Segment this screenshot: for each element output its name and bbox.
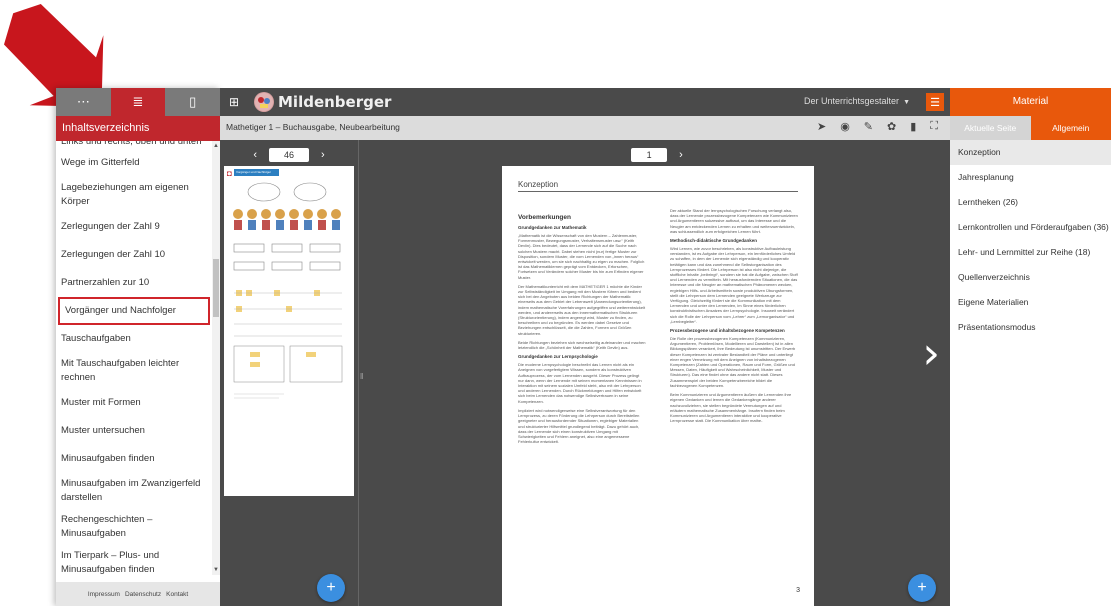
apps-grid-icon[interactable]: ⊞ [220, 88, 248, 116]
material-list: Konzeption Jahresplanung Lerntheken (26) Le… [950, 140, 1111, 340]
toc-scrollbar[interactable]: ▲ ▼ [212, 141, 220, 575]
grid-dots-icon[interactable]: ⋯ [56, 88, 111, 116]
viewer-tools: ➤ ◉ ✎ ✿ ▮ ⛶ [817, 120, 938, 133]
paragraph: Die Rolle der prozessbezogenen Kompetenz… [670, 336, 796, 388]
palette-icon[interactable]: ✿ [887, 120, 896, 133]
add-thumbnail-button[interactable]: + [317, 574, 345, 602]
paragraph: Die moderne Lernpsychologie beschreibt d… [518, 362, 642, 404]
top-bar: ⊞ Mildenberger Der Unterrichtsgestalter ▼… [220, 88, 950, 116]
mildenberger-logo[interactable]: Mildenberger [254, 92, 391, 112]
toc-item[interactable]: Wege im Gitterfeld [56, 149, 212, 177]
toc-item[interactable]: Zerlegungen der Zahl 10 [56, 241, 212, 269]
pointer-icon[interactable]: ➤ [817, 120, 826, 133]
datenschutz-link[interactable]: Datenschutz [125, 591, 161, 598]
toc-item[interactable]: Muster mit Formen [56, 389, 212, 417]
scroll-up-icon[interactable]: ▲ [212, 143, 220, 149]
heading-methodisch-didaktisch: Methodisch-didaktische Grundgedanken [670, 238, 758, 244]
logo-text: Mildenberger [278, 93, 392, 111]
next-thumb-icon[interactable]: › [321, 149, 325, 161]
document-viewer: 1 › Konzeption Vorbemerkungen Grundgedan… [364, 140, 950, 606]
thumbnail-page[interactable]: ◘ Vorgänger und Nachfolger [224, 166, 354, 496]
paragraph: Der aktuelle Stand der lernpsychologisch… [670, 208, 798, 234]
material-item[interactable]: Lehr- und Lernmittel zur Reihe (18) [950, 240, 1111, 265]
unterrichtsgestalter-dropdown[interactable]: Der Unterrichtsgestalter ▼ [804, 96, 910, 106]
toc-panel: ⋯ ≣ ▯ Inhaltsverzeichnis Links und recht… [56, 88, 221, 606]
material-header: Material [950, 88, 1111, 116]
menu-icon[interactable]: ☰ [926, 93, 944, 111]
toc-item[interactable]: Minusaufgaben finden [56, 445, 212, 473]
toc-item[interactable]: Zerlegungen der Zahl 9 [56, 213, 212, 241]
toc-list: Links und rechts, oben und unten Wege im … [56, 141, 212, 575]
eye-icon[interactable]: ◉ [840, 120, 850, 133]
toc-item[interactable]: Rechengeschichten – Minusaufgaben [56, 509, 212, 545]
book-title: Mathetiger 1 – Buchausgabe, Neubearbeitu… [226, 122, 400, 132]
splitter-grip-icon: ‖ [360, 372, 364, 381]
material-item[interactable]: Eigene Materialien [950, 290, 1111, 315]
material-item[interactable]: Jahresplanung [950, 165, 1111, 190]
pen-icon[interactable]: ✎ [864, 120, 873, 133]
fullscreen-icon[interactable]: ⛶ [930, 120, 938, 133]
tab-current-page[interactable]: Aktuelle Seite [950, 116, 1031, 140]
thumbnail-pager: ‹ 46 › [220, 146, 358, 164]
paragraph: Wird Lernen, wie zuvor beschrieben, als … [670, 246, 798, 324]
scrollbar-thumb[interactable] [213, 259, 219, 317]
material-tabs: Aktuelle Seite Allgemein [950, 116, 1111, 140]
toc-item[interactable]: Minusaufgaben im Zwanzigerfeld darstelle… [56, 473, 212, 509]
heading-lernpsychologie: Grundgedanken zur Lernpsychologie [518, 354, 598, 360]
book-title-bar: Mathetiger 1 – Buchausgabe, Neubearbeitu… [220, 116, 950, 140]
toc-item[interactable]: Mit Tauschaufgaben leichter rechnen [56, 353, 212, 389]
material-item[interactable]: Quellenverzeichnis [950, 265, 1111, 290]
thumbnail-page-input[interactable]: 46 [269, 148, 309, 162]
material-item[interactable]: Konzeption [950, 140, 1111, 165]
next-page-arrow-icon[interactable]: › [922, 328, 940, 379]
material-item[interactable]: Lernkontrollen und Förderaufgaben (36) [950, 215, 1111, 240]
toc-item[interactable]: Vorgänger und Nachfolger [58, 297, 210, 325]
page-column-left: Vorbemerkungen Grundgedanken zur Mathema… [518, 212, 646, 448]
page-heading: Konzeption [518, 180, 798, 192]
bookmark-icon[interactable]: ▯ [165, 88, 221, 116]
paragraph: Impliziert wird notwendigerweise eine Se… [518, 407, 640, 445]
viewer-pager: 1 › [364, 146, 950, 164]
toc-item[interactable]: Im Tierpark – Plus- und Minusaufgaben fi… [56, 545, 212, 575]
toc-header: Inhaltsverzeichnis [56, 116, 220, 141]
app-screen: ⋯ ≣ ▯ Inhaltsverzeichnis Links und recht… [0, 0, 1111, 606]
toc-item[interactable]: Lagebeziehungen am eigenen Körper [56, 177, 212, 213]
kontakt-link[interactable]: Kontakt [166, 591, 188, 598]
impressum-link[interactable]: Impressum [88, 591, 120, 598]
thumbnail-worksheet-illustration [233, 182, 343, 399]
unterrichtsgestalter-label: Der Unterrichtsgestalter [804, 96, 900, 106]
viewer-page-input[interactable]: 1 [631, 148, 668, 162]
material-panel: Material Aktuelle Seite Allgemein Konzep… [950, 88, 1111, 606]
paragraph: Beim Kommunizieren und Argumentieren äuß… [670, 392, 792, 424]
toc-item[interactable]: Tauschaufgaben [56, 325, 212, 353]
left-footer: Impressum Datenschutz Kontakt [56, 582, 220, 606]
scroll-down-icon[interactable]: ▼ [212, 567, 220, 573]
list-icon[interactable]: ≣ [110, 88, 166, 116]
heading-kompetenzen: Prozessbezogene und inhaltsbezogene Komp… [670, 328, 785, 334]
tab-general[interactable]: Allgemein [1031, 116, 1111, 140]
paragraph: Beide Richtungen beziehen sich wechselse… [518, 339, 646, 351]
material-item[interactable]: Präsentationsmodus [950, 315, 1111, 340]
toc-item[interactable]: Muster untersuchen [56, 417, 212, 445]
toc-item[interactable]: Links und rechts, oben und unten [56, 141, 212, 149]
add-material-button[interactable]: + [908, 574, 936, 602]
page-column-right: Der aktuelle Stand der lernpsychologisch… [670, 208, 798, 427]
toc-item[interactable]: Partnerzahlen zur 10 [56, 269, 212, 297]
document-page: Konzeption Vorbemerkungen Grundgedanken … [502, 166, 814, 606]
viewer-next-page-icon[interactable]: › [679, 149, 683, 161]
thumbnail-column: ‹ 46 › ◘ Vorgänger und Nachfolger + [220, 140, 358, 606]
paragraph: „Mathematik ist die Wissenschaft von den… [518, 233, 645, 280]
paragraph: Der Mathematikunterricht mit dem MATHETI… [518, 283, 646, 336]
prev-thumb-icon[interactable]: ‹ [253, 149, 257, 161]
caret-down-icon: ▼ [903, 99, 910, 106]
material-item[interactable]: Lerntheken (26) [950, 190, 1111, 215]
page-number: 3 [796, 587, 800, 594]
left-panel-tabs: ⋯ ≣ ▯ [56, 88, 221, 116]
heading-vorbemerkungen: Vorbemerkungen [518, 214, 571, 221]
heading-grundgedanken-mathematik: Grundgedanken zur Mathematik [518, 225, 587, 230]
trash-icon[interactable]: ▮ [910, 120, 916, 133]
logo-mark-icon [254, 92, 274, 112]
